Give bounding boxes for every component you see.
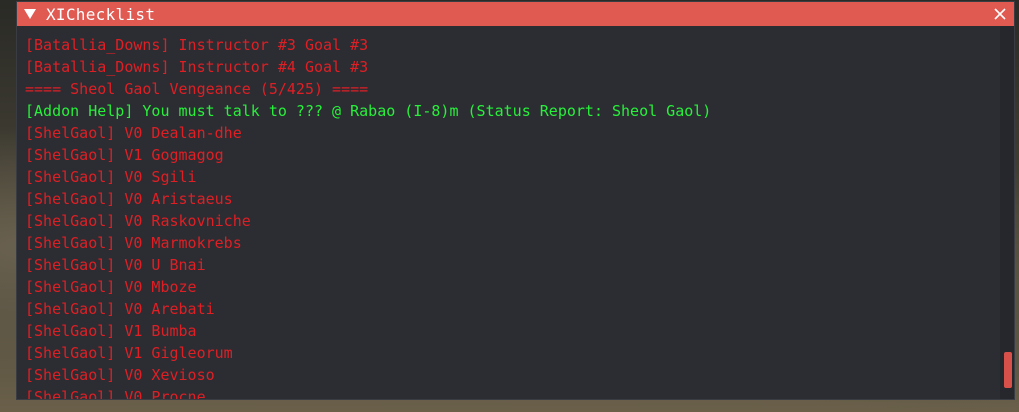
log-line: [ShelGaol] V0 Procne (25, 388, 206, 399)
log-line: [ShelGaol] V0 Raskovniche (25, 212, 251, 230)
log-line: [ShelGaol] V0 Aristaeus (25, 190, 233, 208)
log-line: [ShelGaol] V0 Marmokrebs (25, 234, 242, 252)
log-line: [ShelGaol] V0 Dealan-dhe (25, 124, 242, 142)
window-title: XIChecklist (46, 4, 156, 24)
log-line: [ShelGaol] V1 Gogmagog (25, 146, 224, 164)
scrollbar-track[interactable] (1000, 26, 1014, 399)
close-icon[interactable] (992, 6, 1008, 22)
log-line: [ShelGaol] V0 Arebati (25, 300, 215, 318)
scrollbar-thumb[interactable] (1004, 352, 1012, 388)
checklist-log[interactable]: [Batallia_Downs] Instructor #3 Goal #3 [B… (17, 26, 1000, 399)
checklist-window[interactable]: XIChecklist [Batallia_Downs] Instructor … (16, 1, 1015, 400)
title-bar[interactable]: XIChecklist (17, 2, 1014, 26)
log-line: ==== Sheol Gaol Vengeance (5/425) ==== (25, 80, 369, 98)
log-line: [Addon Help] You must talk to ??? @ Raba… (25, 102, 712, 120)
log-line: [ShelGaol] V0 Sgili (25, 168, 197, 186)
log-line: [ShelGaol] V0 U Bnai (25, 256, 206, 274)
log-line: [ShelGaol] V0 Mboze (25, 278, 197, 296)
log-line: [ShelGaol] V0 Xevioso (25, 366, 215, 384)
log-line: [Batallia_Downs] Instructor #4 Goal #3 (25, 58, 369, 76)
log-line: [ShelGaol] V1 Bumba (25, 322, 197, 340)
log-line: [Batallia_Downs] Instructor #3 Goal #3 (25, 36, 369, 54)
log-line: [ShelGaol] V1 Gigleorum (25, 344, 233, 362)
triangle-down-icon[interactable] (23, 7, 37, 21)
